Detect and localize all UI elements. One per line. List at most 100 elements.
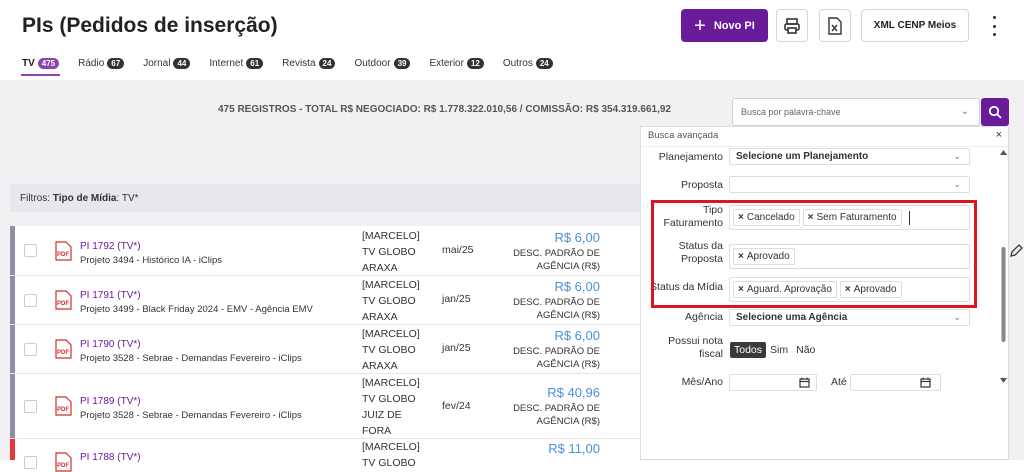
more-options-icon[interactable]	[988, 14, 1000, 38]
tab-label: Exterior	[429, 57, 464, 69]
chevron-down-icon: ⌄	[953, 179, 961, 189]
tab-internet[interactable]: Internet 61	[209, 54, 264, 72]
pi-list: PDF PI 1792 (TV*) Projeto 3494 - Históri…	[10, 226, 640, 472]
pi-project: Projeto 3528 - Sebrae - Demandas Feverei…	[80, 353, 302, 364]
tab-count: 24	[318, 57, 336, 69]
media-tabs: TV 475 Rádio 67 Jornal 44 Internet 61 Revist…	[22, 54, 572, 72]
pi-id-link[interactable]: PI 1788 (TV*)	[80, 452, 141, 463]
option-sim[interactable]: Sim	[766, 342, 792, 358]
planejamento-label: Planejamento	[658, 151, 723, 163]
edit-icon[interactable]	[1008, 243, 1024, 259]
tab-label: Outros	[502, 57, 533, 69]
excel-export-button[interactable]	[819, 9, 851, 42]
vehicle: [MARCELO] TV GLOBO	[362, 441, 420, 469]
proposta-label: Proposta	[680, 179, 723, 191]
row-checkbox[interactable]	[24, 244, 37, 257]
proposta-select[interactable]: ⌄	[729, 176, 970, 193]
tab-radio[interactable]: Rádio 67	[78, 54, 125, 72]
date-from-input[interactable]	[729, 374, 817, 391]
svg-text:PDF: PDF	[57, 463, 69, 469]
search-input[interactable]: Busca por palavra-chave ⌄	[732, 98, 980, 126]
row-checkbox[interactable]	[24, 294, 37, 307]
printer-icon	[784, 17, 800, 34]
month: jan/25	[442, 342, 471, 354]
tab-label: Revista	[282, 57, 316, 69]
tab-count: 67	[107, 57, 125, 69]
pdf-icon[interactable]: PDF	[55, 339, 72, 359]
active-filters: Filtros: Tipo de Mídia: TV*	[10, 184, 640, 212]
print-button[interactable]	[776, 9, 808, 42]
pi-project: Projeto 3499 - Black Friday 2024 - EMV -…	[80, 304, 313, 315]
chevron-down-icon[interactable]: ⌄	[961, 106, 969, 117]
close-icon[interactable]: ×	[996, 129, 1002, 141]
agencia-select[interactable]: Selecione uma Agência ⌄	[729, 309, 970, 326]
nota-fiscal-label: Possui nota fiscal	[668, 335, 723, 360]
pi-id-link[interactable]: PI 1789 (TV*)	[80, 396, 141, 407]
plus-icon: +	[694, 14, 706, 37]
chevron-down-icon: ⌄	[953, 312, 961, 322]
option-todos[interactable]: Todos	[730, 342, 767, 358]
pi-id-link[interactable]: PI 1791 (TV*)	[80, 290, 141, 301]
row-checkbox[interactable]	[24, 343, 37, 356]
mes-ano-label: Mês/Ano	[681, 376, 723, 388]
search-placeholder: Busca por palavra-chave	[741, 107, 841, 117]
table-row[interactable]: PDF PI 1788 (TV*) [MARCELO] TV GLOBO R$ 1…	[10, 439, 640, 472]
discount-label: DESC. PADRÃO DE AGÊNCIA (R$)	[513, 297, 600, 321]
pdf-icon[interactable]: PDF	[55, 241, 72, 261]
search-button[interactable]	[981, 98, 1009, 126]
select-value: Selecione uma Agência	[736, 312, 848, 323]
pdf-icon[interactable]: PDF	[55, 396, 72, 416]
page-title: PIs (Pedidos de inserção)	[22, 14, 278, 37]
row-checkbox[interactable]	[24, 456, 37, 469]
ate-label: Até	[831, 376, 847, 388]
date-to-input[interactable]	[850, 374, 941, 391]
option-nao[interactable]: Não	[792, 342, 819, 358]
status-bar	[10, 439, 15, 460]
svg-text:PDF: PDF	[57, 350, 69, 356]
agencia-label: Agência	[685, 311, 723, 323]
nota-fiscal-toggle: Todos Sim Não	[730, 342, 819, 358]
table-row[interactable]: PDF PI 1792 (TV*) Projeto 3494 - Históri…	[10, 226, 640, 276]
tab-label: Internet	[209, 57, 244, 69]
value: R$ 6,00	[554, 230, 600, 245]
pdf-icon[interactable]: PDF	[55, 452, 72, 472]
pi-id-link[interactable]: PI 1792 (TV*)	[80, 241, 141, 252]
pi-id-link[interactable]: PI 1790 (TV*)	[80, 339, 141, 350]
table-row[interactable]: PDF PI 1791 (TV*) Projeto 3499 - Black F…	[10, 276, 640, 325]
calendar-icon[interactable]	[799, 377, 810, 388]
tab-label: Jornal	[143, 57, 171, 69]
status-bar	[10, 276, 15, 324]
table-row[interactable]: PDF PI 1789 (TV*) Projeto 3528 - Sebrae …	[10, 374, 640, 439]
tab-revista[interactable]: Revista 24	[282, 54, 336, 72]
tab-jornal[interactable]: Jornal 44	[143, 54, 191, 72]
panel-scrollbar[interactable]	[999, 147, 1008, 387]
highlight-box	[651, 200, 977, 308]
row-checkbox[interactable]	[24, 400, 37, 413]
chevron-down-icon: ⌄	[953, 151, 961, 161]
tab-exterior[interactable]: Exterior 12	[429, 54, 484, 72]
xml-cenp-button[interactable]: XML CENP Meios	[861, 9, 969, 42]
filters-prefix: Filtros:	[20, 192, 50, 204]
filter-key: Tipo de Mídia	[52, 192, 117, 204]
tab-outdoor[interactable]: Outdoor 39	[354, 54, 411, 72]
excel-icon	[828, 16, 842, 35]
planejamento-select[interactable]: Selecione um Planejamento ⌄	[729, 148, 970, 165]
vehicle: [MARCELO] TV GLOBO ARAXA	[362, 328, 420, 372]
pdf-icon[interactable]: PDF	[55, 290, 72, 310]
calendar-icon[interactable]	[920, 377, 931, 388]
table-row[interactable]: PDF PI 1790 (TV*) Projeto 3528 - Sebrae …	[10, 325, 640, 374]
page-header: PIs (Pedidos de inserção) + Novo PI XML …	[0, 0, 1024, 80]
svg-text:PDF: PDF	[57, 252, 69, 258]
filter-value: : TV*	[116, 192, 139, 204]
tab-outros[interactable]: Outros 24	[503, 54, 553, 72]
value: R$ 11,00	[548, 441, 600, 456]
new-pi-button[interactable]: + Novo PI	[681, 9, 768, 42]
tab-tv[interactable]: TV 475	[22, 54, 60, 72]
value: R$ 40,96	[547, 385, 600, 400]
discount-label: DESC. PADRÃO DE AGÊNCIA (R$)	[513, 346, 600, 370]
active-tab-underline	[21, 74, 60, 76]
status-bar	[10, 325, 15, 373]
pi-project: Projeto 3528 - Sebrae - Demandas Feverei…	[80, 410, 302, 421]
panel-header: Busca avançada ×	[641, 127, 1008, 147]
svg-text:PDF: PDF	[57, 301, 69, 307]
